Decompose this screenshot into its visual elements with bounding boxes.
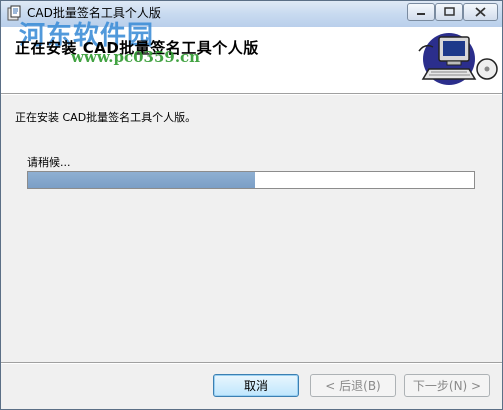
close-button[interactable] xyxy=(463,3,498,21)
header-divider xyxy=(1,93,502,95)
minimize-button[interactable] xyxy=(407,3,435,21)
please-wait-label: 请稍候... xyxy=(27,156,71,169)
install-progress-bar xyxy=(27,171,475,189)
maximize-button[interactable] xyxy=(435,3,463,21)
maximize-icon xyxy=(444,7,455,16)
footer-divider xyxy=(1,362,502,364)
header-banner: 河东软件园 正在安装 CAD批量签名工具个人版 www.pc0359.cn xyxy=(1,21,502,93)
next-button[interactable]: 下一步(N) > xyxy=(404,374,490,397)
cancel-button[interactable]: 取消 xyxy=(213,374,299,397)
installer-window: CAD批量签名工具个人版 河东软件园 正在安装 CAD批量签名工具个人版 www… xyxy=(0,0,503,410)
computer-setup-icon xyxy=(418,33,498,85)
watermark-url: www.pc0359.cn xyxy=(71,48,201,66)
install-status-text: 正在安装 CAD批量签名工具个人版。 xyxy=(15,111,197,124)
minimize-icon xyxy=(417,13,425,15)
close-icon xyxy=(475,7,486,17)
back-button[interactable]: < 后退(B) xyxy=(310,374,396,397)
progress-fill xyxy=(28,172,256,188)
